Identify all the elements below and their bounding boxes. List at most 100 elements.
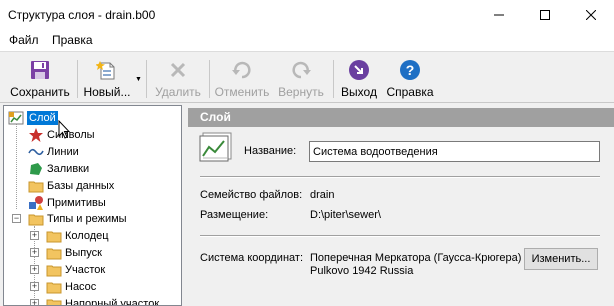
delete-button[interactable]: Удалить — [150, 57, 206, 101]
tree-guide-line — [16, 124, 17, 209]
redo-label: Вернуть — [278, 85, 324, 99]
location-label: Размещение: — [200, 209, 269, 221]
tree-label-type: Колодец — [65, 229, 109, 242]
new-document-icon — [96, 61, 115, 80]
help-icon: ? — [400, 60, 420, 80]
divider — [200, 236, 600, 237]
layer-icon — [8, 111, 24, 124]
new-label: Новый... — [83, 85, 131, 99]
window-title: Структура слоя - drain.b00 — [8, 8, 156, 22]
expand-toggle[interactable]: + — [30, 248, 39, 257]
undo-label: Отменить — [214, 85, 270, 99]
redo-button[interactable]: Вернуть — [273, 57, 329, 101]
minimize-icon — [494, 14, 504, 15]
folder-icon — [46, 231, 62, 242]
folder-icon — [46, 265, 62, 276]
exit-label: Выход — [341, 85, 377, 99]
file-family-label: Семейство файлов: — [200, 189, 303, 201]
expand-toggle[interactable]: + — [30, 299, 39, 305]
undo-button[interactable]: Отменить — [211, 57, 273, 101]
tree-label-type: Участок — [65, 263, 106, 276]
mouse-cursor-icon — [58, 120, 70, 139]
tree-item-primitives[interactable]: Примитивы — [28, 194, 106, 211]
file-family-value: drain — [310, 189, 335, 201]
close-icon — [586, 9, 596, 20]
tree-item-fills[interactable]: Заливки — [28, 160, 89, 177]
delete-x-icon — [170, 62, 186, 78]
help-label: Справка — [386, 85, 434, 99]
divider — [200, 177, 600, 178]
tree-item-type[interactable]: Колодец — [46, 227, 109, 244]
exit-button[interactable]: Выход — [337, 57, 381, 101]
coordinate-system-datum: Pulkovo 1942 Russia — [310, 265, 414, 277]
folder-icon — [46, 299, 62, 305]
layer-structure-window: Структура слоя - drain.b00 Файл Правка С… — [0, 0, 614, 306]
star-icon — [29, 127, 43, 142]
name-field[interactable] — [309, 141, 600, 162]
toolbar-separator — [146, 60, 147, 98]
tree-label-lines: Линии — [47, 145, 79, 158]
tree-item-databases[interactable]: Базы данных — [28, 177, 114, 194]
help-button[interactable]: ? Справка — [384, 57, 436, 101]
expand-toggle[interactable]: + — [30, 282, 39, 291]
toolbar-separator — [333, 60, 334, 98]
title-bar: Структура слоя - drain.b00 — [0, 0, 614, 29]
location-value: D:\piter\sewer\ — [310, 209, 381, 221]
coordinate-system-projection: Поперечная Меркатора (Гаусса-Крюгера) — [310, 252, 522, 264]
folder-icon — [46, 248, 62, 259]
tree-label-layer: Слой — [27, 110, 58, 125]
folder-icon — [28, 214, 44, 225]
tree-label-symbols: Символы — [47, 128, 95, 141]
layer-tree[interactable]: Слой Символы Линии Заливки Базы данных П… — [3, 105, 182, 306]
tree-label-types: Типы и режимы — [47, 212, 127, 225]
undo-icon — [232, 61, 251, 79]
maximize-icon — [540, 9, 550, 20]
tree-label-type: Напорный участок — [65, 297, 160, 306]
floppy-disk-icon — [31, 61, 49, 79]
redo-icon — [292, 61, 311, 79]
tree-label-type: Насос — [65, 280, 97, 293]
folder-icon — [28, 181, 44, 192]
coordinate-system-label: Система координат: — [200, 252, 304, 264]
save-button[interactable]: Сохранить — [3, 57, 77, 101]
tree-item-lines[interactable]: Линии — [28, 143, 79, 160]
wave-line-icon — [28, 148, 44, 155]
toolbar-separator — [77, 60, 78, 98]
menu-bar: Файл Правка — [0, 29, 614, 51]
primitives-icon — [29, 195, 43, 210]
new-button[interactable]: Новый... — [79, 57, 135, 101]
expand-toggle[interactable]: + — [30, 265, 39, 274]
toolbar-separator — [209, 60, 210, 98]
menu-file[interactable]: Файл — [9, 33, 39, 47]
close-button[interactable] — [568, 0, 614, 29]
svg-text:?: ? — [406, 62, 415, 78]
expand-toggle[interactable]: + — [30, 231, 39, 240]
save-label: Сохранить — [10, 85, 70, 99]
maximize-button[interactable] — [522, 0, 568, 29]
properties-panel: Слой Название: Семейство файлов: drain Р… — [188, 105, 614, 306]
collapse-toggle[interactable]: − — [12, 214, 21, 223]
tree-item-type[interactable]: Напорный участок — [46, 295, 160, 306]
tree-item-type[interactable]: Выпуск — [46, 244, 102, 261]
tree-label-databases: Базы данных — [47, 179, 115, 192]
toolbar: Сохранить Новый... ▼ Удалить Отменить Ве… — [0, 51, 614, 103]
pane-splitter[interactable] — [183, 105, 187, 306]
menu-edit[interactable]: Правка — [52, 33, 93, 47]
layer-large-icon — [199, 132, 232, 162]
change-coordinate-system-button[interactable]: Изменить... — [524, 248, 598, 270]
tree-item-types[interactable]: Типы и режимы — [28, 210, 127, 227]
folder-icon — [46, 282, 62, 293]
panel-header: Слой — [188, 108, 614, 127]
tree-item-type[interactable]: Участок — [46, 261, 105, 278]
tree-label-type: Выпуск — [65, 246, 102, 259]
tree-label-primitives: Примитивы — [47, 196, 106, 209]
tree-item-type[interactable]: Насос — [46, 278, 96, 295]
name-label: Название: — [244, 145, 297, 157]
exit-icon — [349, 60, 369, 80]
tree-label-fills: Заливки — [47, 162, 90, 175]
tree-item-layer[interactable]: Слой — [8, 109, 58, 126]
delete-label: Удалить — [155, 85, 201, 99]
new-dropdown-arrow-icon[interactable]: ▼ — [135, 76, 142, 83]
fill-shape-icon — [30, 162, 42, 175]
minimize-button[interactable] — [476, 0, 522, 29]
